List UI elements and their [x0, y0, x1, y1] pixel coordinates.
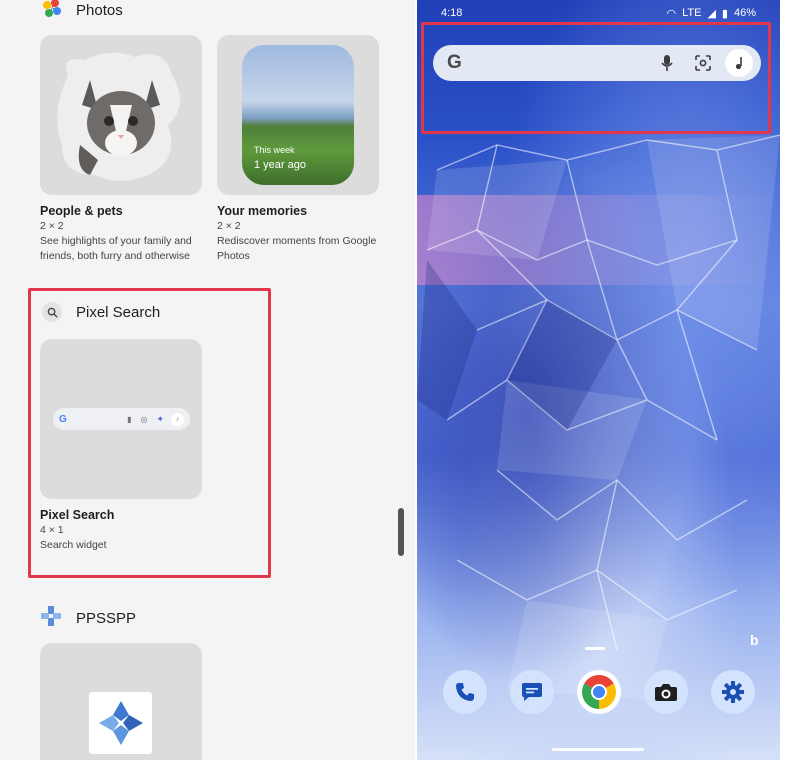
widget-title: People & pets	[40, 204, 123, 218]
widget-title: Your memories	[217, 204, 308, 218]
hotspot-icon: ◠	[666, 7, 677, 20]
photos-app-header: Photos	[42, 0, 123, 23]
battery-icon: ▮	[721, 7, 728, 20]
widget-people-pets[interactable]: People & pets 2 × 2 See highlights of yo…	[40, 35, 202, 264]
widget-your-memories[interactable]: This week 1 year ago Your memories 2 × 2…	[217, 35, 379, 264]
widget-picker: Photos People & pets 2 × 2 See highlight…	[0, 0, 415, 760]
camera-app-icon[interactable]	[643, 670, 688, 714]
widget-size: 2 × 2	[40, 220, 64, 232]
widget-description: See highlights of your family and friend…	[40, 235, 192, 262]
ppsspp-app-icon	[40, 605, 62, 632]
cat-photo	[57, 52, 181, 181]
ppsspp-logo	[89, 692, 152, 754]
chrome-app-icon[interactable]	[576, 670, 621, 714]
status-time: 4:18	[441, 7, 463, 19]
memory-overlay-line1: This week	[254, 145, 295, 155]
messages-app-icon[interactable]	[509, 670, 554, 714]
ppsspp-app-name: PPSSPP	[76, 610, 137, 627]
photos-app-icon	[42, 0, 62, 23]
home-screen: 4:18 ◠ LTE ◢ ▮ 46% G b	[417, 0, 780, 760]
dock	[417, 670, 780, 726]
photos-app-name: Photos	[76, 2, 123, 19]
highlight-box-pixel-search	[28, 288, 271, 578]
gesture-nav-bar[interactable]	[552, 748, 644, 751]
widget-ppsspp[interactable]	[40, 643, 202, 760]
phone-app-icon[interactable]	[442, 670, 487, 714]
widget-preview-your-memories[interactable]: This week 1 year ago	[217, 35, 379, 195]
picker-scrollbar[interactable]	[398, 508, 404, 556]
app-drawer-handle[interactable]	[585, 647, 605, 650]
widget-description: Rediscover moments from Google Photos	[217, 235, 377, 262]
bing-icon[interactable]: b	[750, 632, 759, 648]
battery-percent: 46%	[733, 7, 756, 19]
landscape-photo: This week 1 year ago	[242, 45, 354, 185]
signal-icon: ◢	[707, 7, 716, 20]
widget-size: 2 × 2	[217, 220, 241, 232]
widget-preview-people-pets[interactable]	[40, 35, 202, 195]
network-type: LTE	[682, 7, 702, 19]
highlight-box-search-widget	[421, 22, 771, 134]
settings-app-icon[interactable]	[710, 670, 755, 714]
widget-preview-ppsspp[interactable]	[40, 643, 202, 760]
memory-overlay-line2: 1 year ago	[254, 159, 306, 171]
ppsspp-app-header: PPSSPP	[40, 605, 136, 632]
